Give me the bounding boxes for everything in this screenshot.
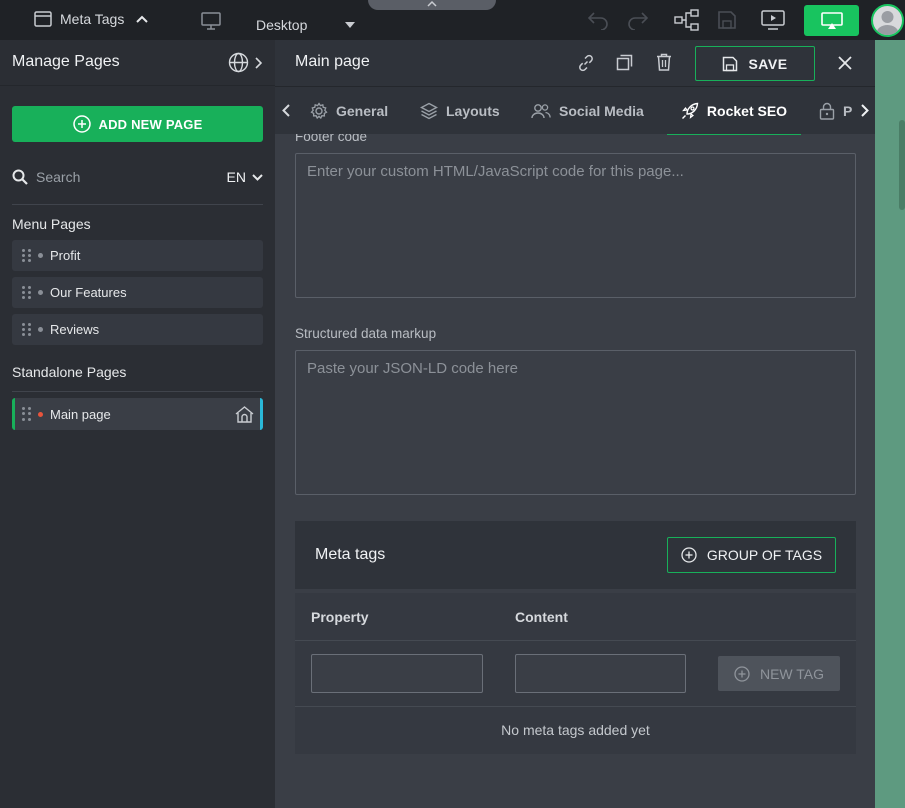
drag-handle-icon[interactable]	[22, 322, 32, 337]
chevron-up-icon	[136, 15, 149, 23]
layers-icon	[420, 102, 438, 120]
panel-header: Main page SAVE	[275, 40, 875, 86]
undo-icon[interactable]	[585, 10, 609, 30]
group-of-tags-label: GROUP OF TAGS	[706, 547, 823, 563]
drag-handle-icon[interactable]	[22, 285, 32, 300]
preview-icon[interactable]	[761, 10, 785, 30]
search-icon	[12, 169, 28, 185]
chevron-right-icon	[255, 56, 262, 69]
save-label: SAVE	[748, 55, 788, 72]
sidebar-item-profit[interactable]: Profit	[12, 240, 263, 271]
home-icon	[235, 405, 254, 423]
chevron-down-icon	[252, 173, 263, 181]
menu-pages-heading: Menu Pages	[12, 216, 91, 232]
sidebar-item-label: Profit	[50, 248, 81, 263]
avatar[interactable]	[871, 4, 904, 37]
sitemap-icon[interactable]	[674, 9, 700, 31]
window-icon	[34, 11, 52, 27]
sidebar-item-reviews[interactable]: Reviews	[12, 314, 263, 345]
save-disk-icon[interactable]	[717, 10, 737, 30]
property-input[interactable]	[311, 654, 483, 693]
publish-icon	[820, 11, 843, 30]
add-new-page-button[interactable]: ADD NEW PAGE	[12, 106, 263, 142]
users-icon	[531, 103, 551, 119]
status-dot	[38, 411, 43, 417]
save-disk-icon	[722, 56, 738, 72]
panel-switcher-label: Meta Tags	[60, 11, 125, 27]
status-dot	[38, 290, 43, 295]
manage-pages-sidebar: Manage Pages ADD NEW PAGE input::placeho…	[0, 40, 275, 808]
collapse-handle[interactable]	[368, 0, 496, 10]
save-button[interactable]: SAVE	[695, 46, 815, 81]
meta-tags-title: Meta tags	[315, 546, 386, 563]
structured-data-placeholder: Paste your JSON-LD code here	[307, 360, 518, 377]
caret-down-icon[interactable]	[345, 22, 355, 28]
plus-circle-icon	[72, 115, 91, 133]
redo-icon[interactable]	[627, 10, 651, 30]
gear-icon	[310, 102, 328, 120]
meta-tags-header: Meta tags GROUP OF TAGS	[295, 521, 856, 589]
scrollbar[interactable]	[899, 120, 905, 210]
column-header-property: Property	[311, 609, 369, 625]
content-input[interactable]	[515, 654, 686, 693]
sidebar-item-our-features[interactable]: Our Features	[12, 277, 263, 308]
plus-circle-icon	[681, 547, 697, 563]
top-toolbar: Meta Tags Desktop	[0, 0, 905, 40]
tab-label: General	[336, 103, 389, 119]
add-new-page-label: ADD NEW PAGE	[98, 116, 203, 132]
close-icon[interactable]	[838, 56, 852, 70]
canvas-edge	[875, 40, 905, 808]
panel-switcher[interactable]: Meta Tags	[34, 11, 149, 27]
sidebar-item-label: Reviews	[50, 322, 100, 337]
sidebar-item-main-page[interactable]: Main page	[12, 398, 263, 430]
language-label: EN	[226, 169, 246, 185]
device-select-label: Desktop	[256, 17, 308, 33]
publish-button[interactable]	[804, 5, 859, 36]
globe-icon	[228, 52, 249, 73]
standalone-pages-heading: Standalone Pages	[12, 364, 127, 380]
lock-icon	[819, 102, 835, 120]
drag-handle-icon[interactable]	[22, 248, 32, 263]
language-settings[interactable]	[228, 52, 262, 73]
structured-data-label: Structured data markup	[295, 326, 437, 341]
meta-tags-table: Property Content NEW TAG No meta tags ad…	[295, 593, 856, 754]
plus-circle-icon	[734, 665, 750, 682]
page-settings-panel: Main page SAVE General Layouts Social Me…	[275, 40, 875, 808]
footer-code-placeholder: Enter your custom HTML/JavaScript code f…	[307, 163, 684, 180]
link-icon[interactable]	[577, 54, 595, 72]
desktop-icon[interactable]	[201, 12, 221, 30]
tabs-scroll-left-icon[interactable]	[282, 104, 290, 117]
tab-label: Layouts	[446, 103, 500, 119]
duplicate-icon[interactable]	[616, 54, 633, 71]
column-header-content: Content	[515, 609, 568, 625]
empty-state-text: No meta tags added yet	[501, 722, 650, 738]
table-header: Property Content	[295, 593, 856, 641]
footer-code-textarea[interactable]: Enter your custom HTML/JavaScript code f…	[295, 153, 856, 298]
trash-icon[interactable]	[656, 53, 672, 71]
device-select[interactable]: Desktop	[256, 17, 307, 33]
search-row: input::placeholder{color:#9aa0a7;} EN	[12, 162, 263, 192]
sidebar-item-label: Our Features	[50, 285, 127, 300]
sidebar-title: Manage Pages	[12, 53, 120, 70]
structured-data-textarea[interactable]: Paste your JSON-LD code here	[295, 350, 856, 495]
search-input[interactable]	[36, 169, 186, 185]
tab-label: P	[843, 103, 853, 119]
tab-label: Rocket SEO	[706, 103, 788, 119]
tab-label: Social Media	[559, 103, 644, 119]
language-select[interactable]: EN	[227, 169, 263, 185]
page-title: Main page	[295, 53, 370, 70]
sidebar-item-label: Main page	[50, 406, 111, 422]
group-of-tags-button[interactable]: GROUP OF TAGS	[667, 537, 836, 573]
drag-handle-icon[interactable]	[22, 407, 32, 421]
new-tag-button[interactable]: NEW TAG	[718, 656, 840, 691]
status-dot	[38, 327, 43, 332]
new-tag-label: NEW TAG	[759, 665, 825, 682]
status-dot	[38, 253, 43, 258]
rocket-icon	[681, 102, 699, 120]
